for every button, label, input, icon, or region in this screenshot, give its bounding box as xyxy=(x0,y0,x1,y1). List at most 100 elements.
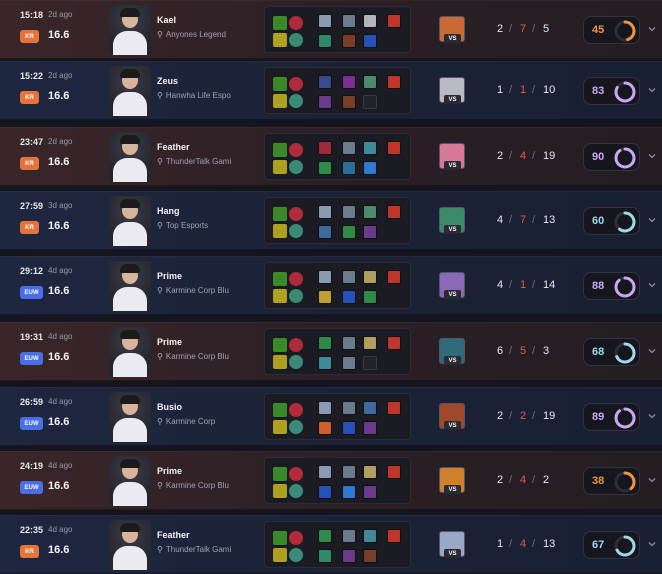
player-name[interactable]: Prime xyxy=(157,337,261,347)
team-icon: ⚲ xyxy=(157,221,163,230)
item-icon[interactable] xyxy=(342,549,356,563)
item-icon[interactable] xyxy=(318,161,332,175)
item-icon[interactable] xyxy=(363,75,377,89)
match-row[interactable]: 15:18 2d ago KR 16.6 Kael ⚲ Anyones Legen… xyxy=(0,0,662,59)
item-icon[interactable] xyxy=(387,465,401,479)
item-icon[interactable] xyxy=(363,161,377,175)
item-icon[interactable] xyxy=(342,270,356,284)
chevron-down-icon[interactable] xyxy=(648,412,656,420)
item-icon[interactable] xyxy=(342,75,356,89)
item-icon[interactable] xyxy=(387,14,401,28)
item-icon[interactable] xyxy=(387,205,401,219)
match-row[interactable]: 26:59 4d ago EUW 16.6 Busio ⚲ Karmine Cor… xyxy=(0,387,662,446)
vs-badge: VS xyxy=(444,95,461,104)
player-name[interactable]: Busio xyxy=(157,402,261,412)
item-icon[interactable] xyxy=(342,485,356,499)
item-icon[interactable] xyxy=(363,270,377,284)
item-icon[interactable] xyxy=(387,336,401,350)
item-icon[interactable] xyxy=(387,401,401,415)
item-icon[interactable] xyxy=(387,75,401,89)
player-name[interactable]: Prime xyxy=(157,271,261,281)
item-icon[interactable] xyxy=(342,336,356,350)
item-icon[interactable] xyxy=(342,465,356,479)
chevron-down-icon[interactable] xyxy=(648,476,656,484)
patch-version: 16.6 xyxy=(48,544,70,556)
summoner-spell-icon xyxy=(273,484,287,498)
team-name: ⚲ Top Esports xyxy=(157,221,261,230)
item-icon[interactable] xyxy=(363,529,377,543)
match-row[interactable]: 27:59 3d ago KR 16.6 Hang ⚲ Top Esports V… xyxy=(0,191,662,250)
item-icon[interactable] xyxy=(342,14,356,28)
item-icon[interactable] xyxy=(342,356,356,370)
item-icon[interactable] xyxy=(363,290,377,304)
item-icon[interactable] xyxy=(387,529,401,543)
item-icon[interactable] xyxy=(318,225,332,239)
item-icon[interactable] xyxy=(318,14,332,28)
item-icon[interactable] xyxy=(363,141,377,155)
item-icon[interactable] xyxy=(342,141,356,155)
chevron-down-icon[interactable] xyxy=(648,216,656,224)
item-icon[interactable] xyxy=(318,356,332,370)
player-name[interactable]: Prime xyxy=(157,466,261,476)
chevron-down-icon[interactable] xyxy=(648,347,656,355)
item-icon[interactable] xyxy=(363,401,377,415)
player-name[interactable]: Hang xyxy=(157,206,261,216)
match-time-ago: 4d ago xyxy=(48,525,73,534)
item-icon[interactable] xyxy=(342,421,356,435)
chevron-down-icon[interactable] xyxy=(648,281,656,289)
match-row[interactable]: 23:47 2d ago KR 16.6 Feather ⚲ ThunderTal… xyxy=(0,127,662,186)
item-icon[interactable] xyxy=(342,34,356,48)
item-icon[interactable] xyxy=(342,401,356,415)
item-icon[interactable] xyxy=(363,549,377,563)
item-icon[interactable] xyxy=(363,14,377,28)
deaths: 1 xyxy=(520,279,527,291)
item-icon[interactable] xyxy=(363,205,377,219)
item-icon[interactable] xyxy=(342,529,356,543)
item-icon[interactable] xyxy=(363,485,377,499)
item-icon[interactable] xyxy=(318,290,332,304)
item-icon[interactable] xyxy=(318,421,332,435)
item-icon[interactable] xyxy=(318,34,332,48)
item-icon[interactable] xyxy=(318,95,332,109)
deaths: 4 xyxy=(520,150,527,162)
item-icon[interactable] xyxy=(342,95,356,109)
kills: 2 xyxy=(497,410,504,422)
chevron-down-icon[interactable] xyxy=(648,86,656,94)
item-icon[interactable] xyxy=(342,161,356,175)
item-icon[interactable] xyxy=(363,34,377,48)
match-row[interactable]: 24:19 4d ago EUW 16.6 Prime ⚲ Karmine Cor… xyxy=(0,451,662,510)
item-icon[interactable] xyxy=(363,225,377,239)
item-icon[interactable] xyxy=(318,529,332,543)
item-icon[interactable] xyxy=(318,401,332,415)
item-icon[interactable] xyxy=(342,205,356,219)
item-icon[interactable] xyxy=(318,75,332,89)
chevron-down-icon[interactable] xyxy=(648,540,656,548)
item-icon[interactable] xyxy=(387,270,401,284)
empty-item-slot[interactable] xyxy=(363,356,377,370)
item-icon[interactable] xyxy=(318,465,332,479)
match-row[interactable]: 19:31 4d ago EUW 16.6 Prime ⚲ Karmine Cor… xyxy=(0,322,662,381)
item-icon[interactable] xyxy=(318,205,332,219)
item-icon[interactable] xyxy=(342,290,356,304)
match-row[interactable]: 29:12 4d ago EUW 16.6 Prime ⚲ Karmine Cor… xyxy=(0,256,662,315)
item-icon[interactable] xyxy=(387,141,401,155)
item-icon[interactable] xyxy=(318,549,332,563)
chevron-down-icon[interactable] xyxy=(648,152,656,160)
item-icon[interactable] xyxy=(318,336,332,350)
match-row[interactable]: 22:35 4d ago KR 16.6 Feather ⚲ ThunderTal… xyxy=(0,515,662,574)
item-icon[interactable] xyxy=(363,336,377,350)
performance-score: 67 xyxy=(583,531,640,559)
item-icon[interactable] xyxy=(342,225,356,239)
item-icon[interactable] xyxy=(318,270,332,284)
player-name[interactable]: Kael xyxy=(157,15,261,25)
match-row[interactable]: 15:22 2d ago KR 16.6 Zeus ⚲ Hanwha Life E… xyxy=(0,61,662,120)
item-icon[interactable] xyxy=(363,465,377,479)
chevron-down-icon[interactable] xyxy=(648,25,656,33)
item-icon[interactable] xyxy=(363,421,377,435)
player-name[interactable]: Feather xyxy=(157,142,261,152)
item-icon[interactable] xyxy=(318,141,332,155)
player-name[interactable]: Zeus xyxy=(157,76,261,86)
player-name[interactable]: Feather xyxy=(157,530,261,540)
item-icon[interactable] xyxy=(318,485,332,499)
empty-item-slot[interactable] xyxy=(363,95,377,109)
